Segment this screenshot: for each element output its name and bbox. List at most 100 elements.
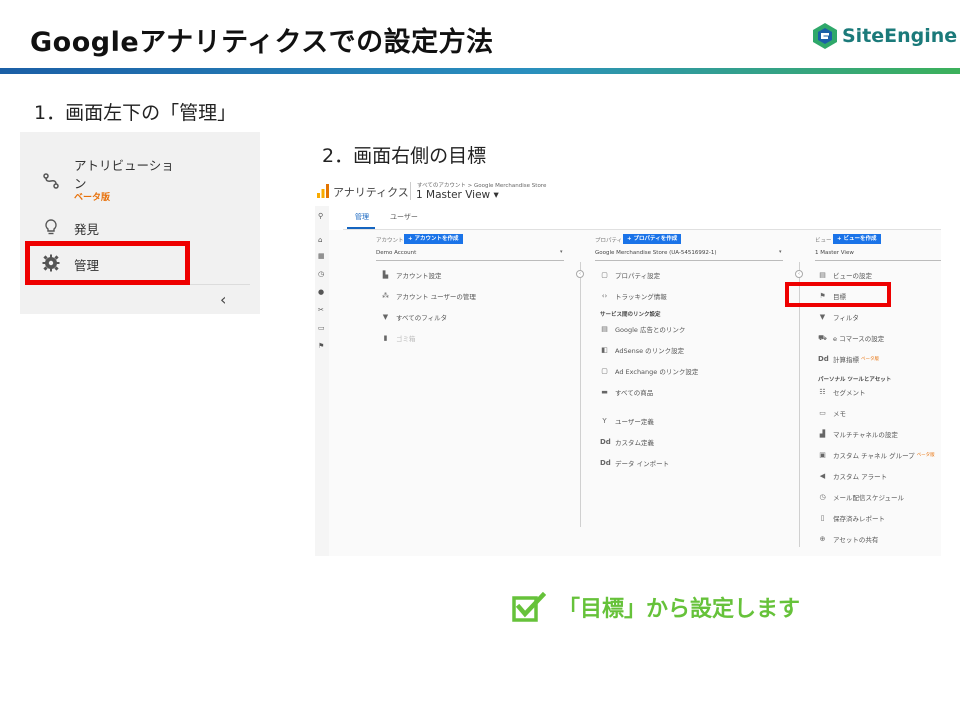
calculated-metrics[interactable]: Dd 計算指標 ベータ版 xyxy=(818,354,879,364)
adsense-linking[interactable]: ◧ AdSense のリンク設定 xyxy=(600,345,684,355)
ga-left-rail: ⚲ ⌂ ▦ ◷ ● ✂ ▭ ⚑ xyxy=(315,206,329,556)
tab-admin[interactable]: 管理 xyxy=(355,212,369,222)
attribution-icon xyxy=(42,172,60,190)
account-trash[interactable]: ▮ ゴミ箱 xyxy=(381,333,416,343)
siteengine-logo-icon xyxy=(813,23,837,49)
column-collapse-handle-2[interactable]: ‹ xyxy=(795,270,803,278)
step2-caption: 2．画面右側の目標 xyxy=(322,145,487,167)
cart-icon: ⛟ xyxy=(818,333,827,342)
property-dropdown-icon[interactable]: ▾ xyxy=(779,249,782,255)
custom-channel-grouping[interactable]: ▣ カスタム チャネル グループ ベータ版 xyxy=(818,450,935,460)
property-settings[interactable]: ▢ プロパティ設定 xyxy=(600,270,660,280)
ads-icon: ▤ xyxy=(601,325,608,333)
title-underline-bar xyxy=(0,68,960,74)
conclusion: 「目標」から設定します xyxy=(512,591,800,623)
goals-highlight-box xyxy=(785,282,891,307)
ad-exchange-linking[interactable]: ▢ Ad Exchange のリンク設定 xyxy=(600,366,698,376)
comment-icon: ▭ xyxy=(819,409,826,417)
person-icon[interactable]: ● xyxy=(318,288,324,296)
products-icon: ▬ xyxy=(601,388,608,396)
tab-users[interactable]: ユーザー xyxy=(390,212,418,222)
create-view-button[interactable]: + ビューを作成 xyxy=(833,234,881,244)
flag-icon[interactable]: ⚑ xyxy=(318,342,324,350)
grouping-icon: ▣ xyxy=(819,451,826,459)
scheduled-emails[interactable]: ◷ メール配信スケジュール xyxy=(818,492,904,502)
all-products[interactable]: ▬ すべての商品 xyxy=(600,387,653,397)
saved-reports[interactable]: ▯ 保存済みレポート xyxy=(818,513,885,523)
filter-icon: ▼ xyxy=(382,313,389,321)
square-icon: ▢ xyxy=(601,271,608,279)
account-label: アカウント xyxy=(376,238,404,244)
behavior-icon[interactable]: ▭ xyxy=(318,324,325,332)
view-filters[interactable]: ▼ フィルタ xyxy=(818,312,859,322)
admin-highlight-box xyxy=(25,241,190,285)
account-breadcrumb[interactable]: すべてのアカウント > Google Merchandise Store xyxy=(417,181,546,189)
product-linking-heading: サービス間のリンク設定 xyxy=(600,312,661,318)
header-separator xyxy=(410,182,411,200)
calc-icon: Dd xyxy=(818,355,829,363)
create-property-button[interactable]: + プロパティを作成 xyxy=(623,234,682,244)
property-label: プロパティ xyxy=(595,238,623,244)
segment-icon: ☷ xyxy=(819,388,826,396)
megaphone-icon: ◀ xyxy=(819,472,826,480)
sidebar-item-discover[interactable]: 発見 xyxy=(74,219,99,238)
home-icon[interactable]: ⌂ xyxy=(318,236,322,244)
property-selector[interactable]: Google Merchandise Store (UA-54516992-1) xyxy=(595,250,717,256)
analytics-logo-icon xyxy=(317,184,329,198)
acquisition-icon[interactable]: ✂ xyxy=(318,306,324,314)
ga-app-name: アナリティクス xyxy=(333,186,409,199)
lightbulb-icon xyxy=(42,218,60,236)
dashboard-icon[interactable]: ▦ xyxy=(318,252,325,260)
personal-tools-heading: パーソナル ツールとアセット xyxy=(818,377,892,383)
multichannel-settings[interactable]: ▟ マルチチャネルの設定 xyxy=(818,429,898,439)
account-dropdown-icon[interactable]: ▾ xyxy=(560,249,563,255)
account-selector[interactable]: Demo Account xyxy=(376,250,416,256)
segments[interactable]: ☷ セグメント xyxy=(818,387,865,397)
code-icon: ‹› xyxy=(601,292,608,300)
ecommerce-settings[interactable]: ⛟ e コマースの設定 xyxy=(818,333,884,344)
building-icon: ▙ xyxy=(382,271,389,279)
sidebar-screenshot: アトリビューショ ン ベータ版 発見 管理 ‹ xyxy=(20,132,260,314)
report-icon: ▯ xyxy=(820,514,825,522)
trash-icon: ▮ xyxy=(383,334,388,342)
property-select-underline xyxy=(595,260,783,261)
share-assets[interactable]: ⊕ アセットの共有 xyxy=(818,534,879,544)
document-icon: ▤ xyxy=(819,271,826,279)
google-ads-linking[interactable]: ▤ Google 広告とのリンク xyxy=(600,324,685,334)
account-user-management[interactable]: ⁂ アカウント ユーザーの管理 xyxy=(381,291,476,301)
account-settings[interactable]: ▙ アカウント設定 xyxy=(381,270,442,280)
data-import[interactable]: Dd データ インポート xyxy=(600,458,669,468)
account-select-underline xyxy=(376,260,564,261)
view-label: ビュー xyxy=(815,238,832,244)
search-icon[interactable]: ⚲ xyxy=(318,212,323,220)
view-selector[interactable]: 1 Master View ▾ xyxy=(416,189,499,201)
clock-icon[interactable]: ◷ xyxy=(318,270,324,278)
fork-icon: Y xyxy=(602,417,607,425)
custom-alerts[interactable]: ◀ カスタム アラート xyxy=(818,471,887,481)
view-column-selector[interactable]: 1 Master View xyxy=(815,250,854,256)
calculated-metrics-beta: ベータ版 xyxy=(861,357,879,362)
account-all-filters[interactable]: ▼ すべてのフィルタ xyxy=(381,312,447,322)
view-settings[interactable]: ▤ ビューの設定 xyxy=(818,270,872,280)
ad-exchange-icon: ▢ xyxy=(601,367,608,375)
beta-badge: ベータ版 xyxy=(74,193,111,203)
view-select-underline xyxy=(815,260,941,261)
conclusion-text: 「目標」から設定します xyxy=(558,597,801,622)
sidebar-item-attribution[interactable]: アトリビューショ xyxy=(74,155,174,174)
tracking-info[interactable]: ‹› トラッキング情報 xyxy=(600,291,667,301)
collapse-chevron-icon[interactable]: ‹ xyxy=(220,290,226,309)
dd-import-icon: Dd xyxy=(600,459,611,467)
dd-icon: Dd xyxy=(600,438,611,446)
annotations[interactable]: ▭ メモ xyxy=(818,408,846,418)
step1-caption: 1．画面左下の「管理」 xyxy=(34,102,237,124)
ga-header: アナリティクス すべてのアカウント > Google Merchandise S… xyxy=(315,176,941,206)
create-account-button[interactable]: + アカウントを作成 xyxy=(404,234,463,244)
custom-definitions[interactable]: Dd カスタム定義 xyxy=(600,437,654,447)
logo-text: SiteEngine xyxy=(842,25,958,47)
user-definitions[interactable]: Y ユーザー定義 xyxy=(600,416,654,426)
view-filter-icon: ▼ xyxy=(819,313,826,321)
column-divider-1 xyxy=(580,262,581,527)
column-collapse-handle-1[interactable]: ‹ xyxy=(576,270,584,278)
channel-grouping-beta: ベータ版 xyxy=(916,453,935,458)
active-tab-indicator xyxy=(347,227,375,229)
